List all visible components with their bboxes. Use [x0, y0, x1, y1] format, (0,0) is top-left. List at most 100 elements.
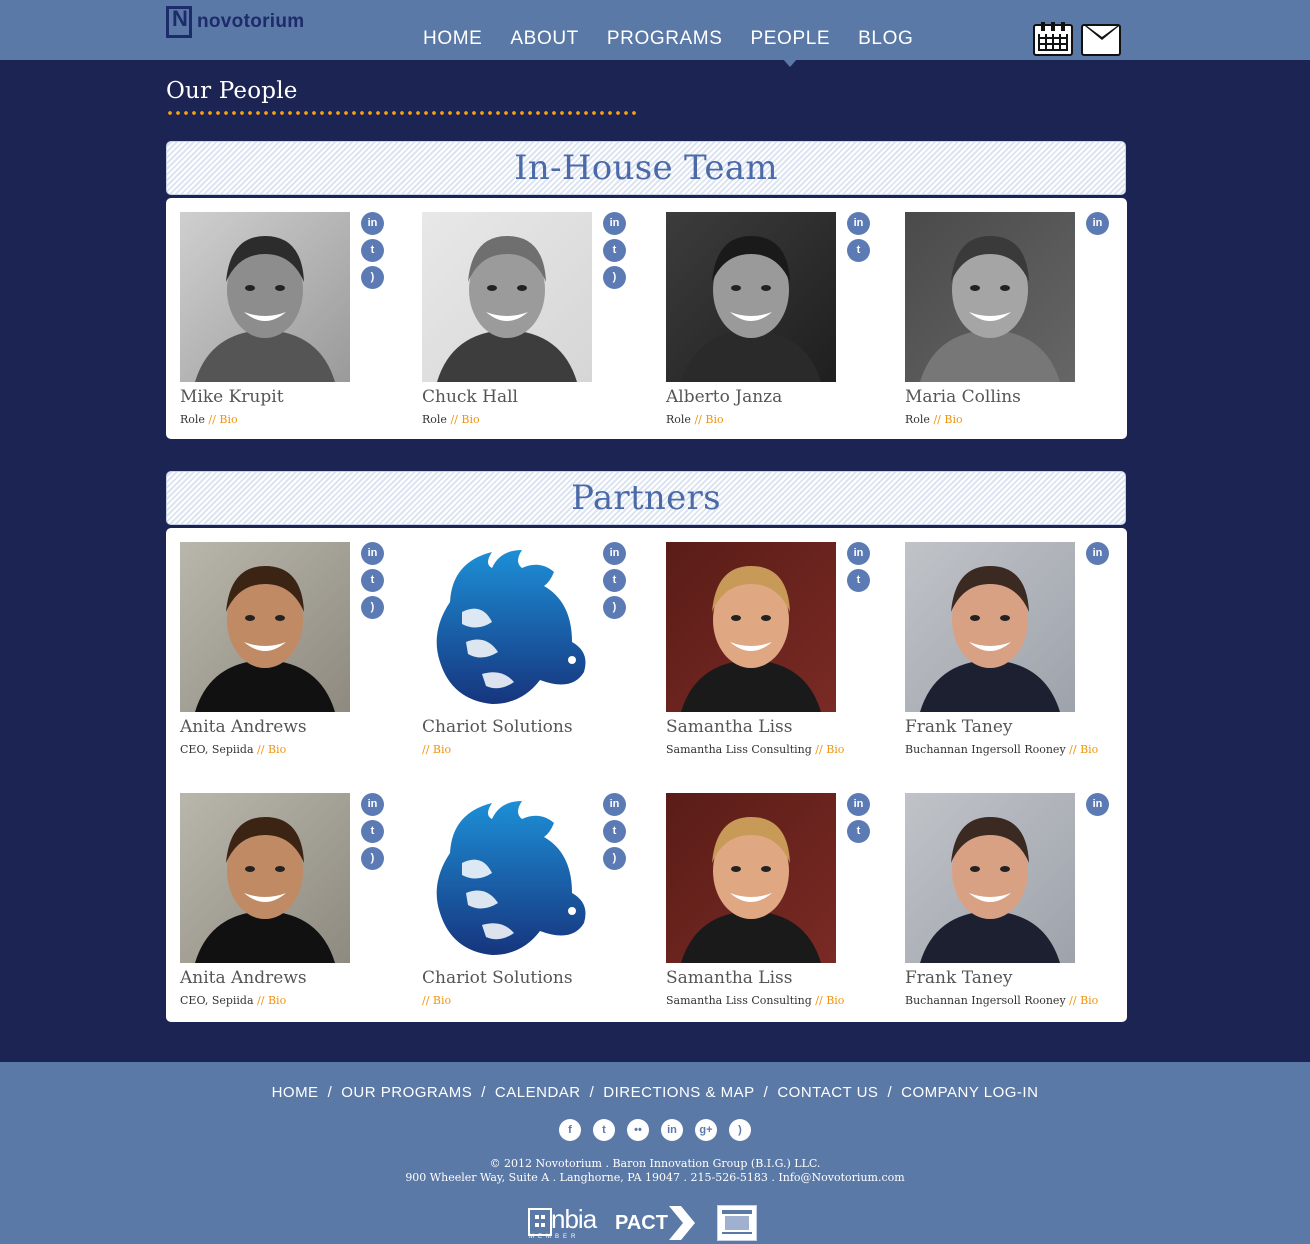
linkedin-icon[interactable]: in [1086, 542, 1109, 565]
linkedin-icon[interactable]: in [361, 212, 384, 235]
person-photo[interactable] [180, 793, 350, 963]
linkedin-icon[interactable]: in [661, 1119, 683, 1141]
logo[interactable]: novotorium [166, 6, 305, 38]
twitter-icon[interactable]: t [603, 569, 626, 592]
rss-icon[interactable]: ) [603, 266, 626, 289]
person-photo[interactable] [180, 212, 350, 382]
twitter-icon[interactable]: t [847, 569, 870, 592]
rss-icon[interactable]: ) [361, 266, 384, 289]
bio-link[interactable]: Bio [433, 743, 451, 756]
bio-link[interactable]: Bio [705, 413, 723, 426]
twitter-icon[interactable]: t [847, 820, 870, 843]
nbia-logo[interactable]: nbia MEMBER [527, 1204, 601, 1241]
person-role: Buchannan Ingersoll Rooney [905, 743, 1066, 756]
person-name: Frank Taney [905, 717, 1013, 737]
person-card: in t) Mike Krupit Role // Bio [180, 212, 400, 442]
partners-banner: Partners [166, 471, 1126, 525]
bio-link[interactable]: Bio [268, 743, 286, 756]
social-links: in [1086, 212, 1109, 239]
footer-link-company-log-in[interactable]: COMPANY LOG-IN [901, 1084, 1038, 1101]
linkedin-icon[interactable]: in [603, 542, 626, 565]
twitter-icon[interactable]: t [593, 1119, 615, 1141]
bio-link[interactable]: Bio [944, 413, 962, 426]
person-photo[interactable] [180, 542, 350, 712]
footer-link-directions-map[interactable]: DIRECTIONS & MAP [603, 1084, 754, 1101]
linkedin-icon[interactable]: in [603, 212, 626, 235]
person-role: Samantha Liss Consulting [666, 743, 812, 756]
person-card: in t Alberto Janza Role // Bio [666, 212, 886, 442]
role-separator: // [815, 743, 823, 756]
bio-link[interactable]: Bio [1080, 743, 1098, 756]
linkedin-icon[interactable]: in [847, 542, 870, 565]
social-links: in [1086, 542, 1109, 569]
footer-link-calendar[interactable]: CALENDAR [495, 1084, 581, 1101]
person-role: Role [905, 413, 930, 426]
bio-link[interactable]: Bio [826, 743, 844, 756]
linkedin-icon[interactable]: in [1086, 212, 1109, 235]
rss-icon[interactable]: ) [603, 596, 626, 619]
bio-link[interactable]: Bio [219, 413, 237, 426]
linkedin-icon[interactable]: in [603, 793, 626, 816]
person-photo[interactable] [905, 793, 1075, 963]
nav-programs[interactable]: PROGRAMS [607, 28, 723, 50]
logo-mark-icon [166, 6, 192, 38]
person-role: Samantha Liss Consulting [666, 994, 812, 1007]
linkedin-icon[interactable]: in [847, 212, 870, 235]
role-separator: // [422, 743, 430, 756]
person-photo[interactable] [905, 212, 1075, 382]
twitter-icon[interactable]: t [361, 569, 384, 592]
person-photo[interactable] [422, 212, 592, 382]
nav-blog[interactable]: BLOG [858, 28, 913, 50]
person-photo[interactable] [666, 212, 836, 382]
person-name: Chariot Solutions [422, 717, 573, 737]
calendar-icon[interactable] [1033, 22, 1073, 56]
footer-link-home[interactable]: HOME [272, 1084, 319, 1101]
bio-link[interactable]: Bio [461, 413, 479, 426]
person-name: Frank Taney [905, 968, 1013, 988]
address: 900 Wheeler Way, Suite A . Langhorne, PA… [405, 1171, 905, 1184]
person-photo[interactable] [666, 793, 836, 963]
bio-link[interactable]: Bio [1080, 994, 1098, 1007]
pact-logo[interactable]: PACT [615, 1206, 697, 1240]
nav-people[interactable]: PEOPLE [751, 28, 831, 67]
footer-link-our-programs[interactable]: OUR PROGRAMS [341, 1084, 472, 1101]
twitter-icon[interactable]: t [361, 239, 384, 262]
role-separator: // [208, 413, 216, 426]
rss-icon[interactable]: ) [729, 1119, 751, 1141]
rss-icon[interactable]: ) [361, 847, 384, 870]
flickr-icon[interactable]: •• [627, 1119, 649, 1141]
twitter-icon[interactable]: t [847, 239, 870, 262]
facebook-icon[interactable]: f [559, 1119, 581, 1141]
company-logo[interactable] [422, 793, 592, 963]
linkedin-icon[interactable]: in [1086, 793, 1109, 816]
company-logo[interactable] [422, 542, 592, 712]
linkedin-icon[interactable]: in [361, 793, 384, 816]
person-card: in Frank Taney Buchannan Ingersoll Rooney … [905, 793, 1125, 1023]
person-role-line: // Bio [422, 994, 451, 1007]
main-nav: HOME ABOUT PROGRAMS PEOPLE BLOG [409, 28, 927, 67]
twitter-icon[interactable]: t [603, 820, 626, 843]
rss-icon[interactable]: ) [603, 847, 626, 870]
nav-home[interactable]: HOME [423, 28, 482, 50]
bio-link[interactable]: Bio [268, 994, 286, 1007]
rss-icon[interactable]: ) [361, 596, 384, 619]
social-links: in t) [603, 793, 626, 874]
social-links: in t) [603, 542, 626, 623]
linkedin-icon[interactable]: in [361, 542, 384, 565]
twitter-icon[interactable]: t [603, 239, 626, 262]
footer-nav-separator: / [763, 1084, 769, 1101]
bio-link[interactable]: Bio [433, 994, 451, 1007]
nav-about[interactable]: ABOUT [510, 28, 578, 50]
bio-link[interactable]: Bio [826, 994, 844, 1007]
google-plus-icon[interactable]: g+ [695, 1119, 717, 1141]
mail-icon[interactable] [1081, 24, 1121, 56]
person-photo[interactable] [905, 542, 1075, 712]
linkedin-icon[interactable]: in [847, 793, 870, 816]
footer-link-contact-us[interactable]: CONTACT US [777, 1084, 878, 1101]
award-badge-icon[interactable] [717, 1205, 757, 1241]
twitter-icon[interactable]: t [361, 820, 384, 843]
role-separator: // [257, 994, 265, 1007]
person-photo[interactable] [666, 542, 836, 712]
person-name: Chariot Solutions [422, 968, 573, 988]
person-name: Samantha Liss [666, 968, 793, 988]
